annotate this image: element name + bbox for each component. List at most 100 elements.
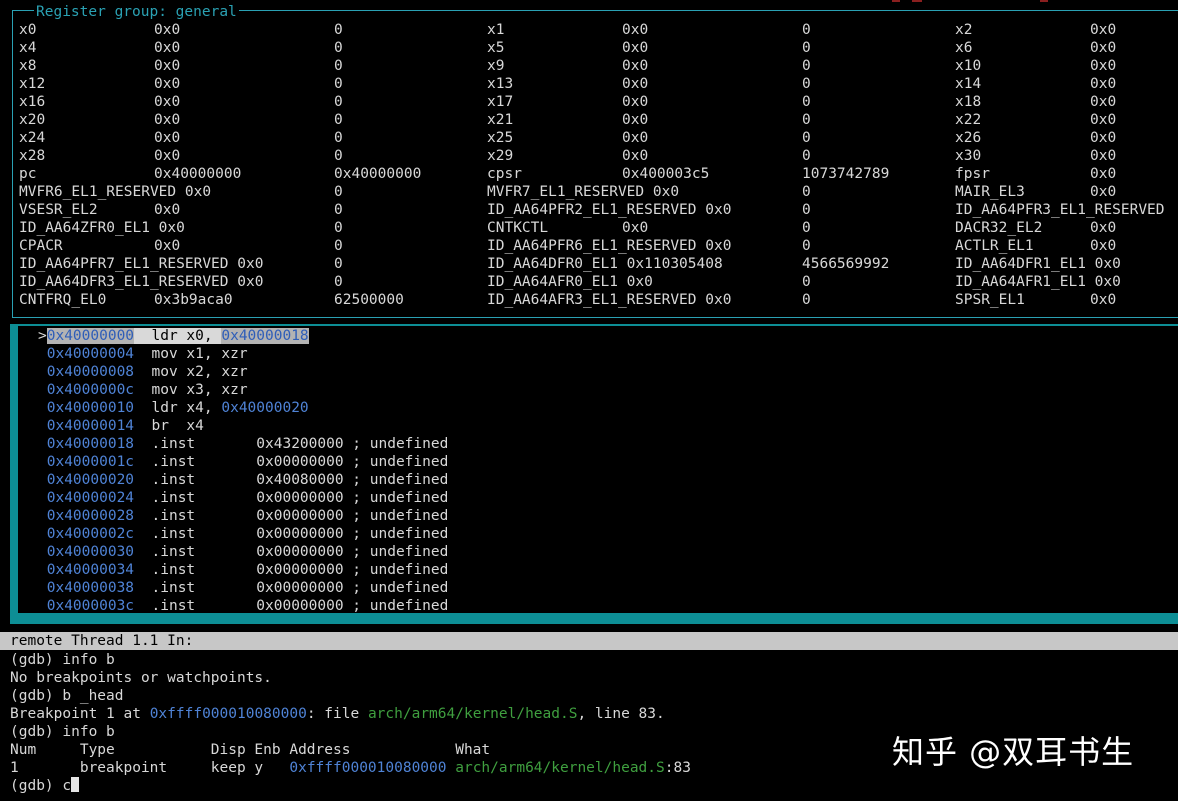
instruction-line[interactable]: 0x40000014 br x4 [38,417,204,435]
register-hex-value: 0x0 [1090,22,1117,38]
register-natural-value: 0 [802,22,811,38]
register-hex-value: 0x0 [622,22,649,38]
register-hex-value: 0x0 [1090,40,1117,56]
prompt-text: (gdb) c [10,778,72,794]
register-row: x16 0x0 0 x17 0x0 0 x18 0x0 [19,93,1178,111]
register-name: x16 [19,94,46,110]
instruction-line[interactable]: 0x40000010 ldr x4, 0x40000020 [38,399,309,417]
register-natural-value: 0 [334,238,343,254]
instruction-text: br x4 [151,418,204,434]
register-natural-value: 0 [802,40,811,56]
register-natural-value: 4566569992 [802,256,890,272]
register-natural-value: 0x40000000 [334,166,422,182]
instruction-line[interactable]: 0x40000024 .inst 0x00000000 ; undefined [38,489,449,507]
instruction-address: 0x40000018 [46,436,135,452]
register-name: x22 [955,112,982,128]
instruction-text: ldr x0, [151,328,222,344]
register-name: CNTKCTL [487,220,549,236]
instruction-address: 0x40000030 [46,544,135,560]
register-natural-value: 0 [802,184,811,200]
instruction-line[interactable]: 0x40000034 .inst 0x00000000 ; undefined [38,561,449,579]
gdb-prompt-input[interactable]: (gdb) c [10,777,80,795]
register-name: CPACR [19,238,63,254]
register-natural-value: 0 [802,202,811,218]
instruction-line[interactable]: 0x40000038 .inst 0x00000000 ; undefined [38,579,449,597]
register-natural-value: 0 [334,184,343,200]
current-line-marker [38,382,47,398]
breakpoint-address: 0xffff000010080000 [149,706,307,722]
console-text: :83 [664,760,691,776]
instruction-line[interactable]: 0x40000028 .inst 0x00000000 ; undefined [38,507,449,525]
register-name: x6 [955,40,973,56]
register-name: x0 [19,22,37,38]
register-name: ID_AA64DFR3_EL1_RESERVED 0x0 [19,274,264,290]
register-hex-value: 0x0 [154,58,181,74]
register-name: cpsr [487,166,522,182]
register-name: CNTFRQ_EL0 [19,292,107,308]
console-line: No breakpoints or watchpoints. [10,670,272,686]
register-name: ID_AA64PFR3_EL1_RESERVED [955,202,1165,218]
register-name: x26 [955,130,982,146]
register-hex-value: 0x0 [154,202,181,218]
register-name: DACR32_EL2 [955,220,1043,236]
register-row: x28 0x0 0 x29 0x0 0 x30 0x0 [19,147,1178,165]
register-natural-value: 0 [334,40,343,56]
instruction-line[interactable]: 0x4000003c .inst 0x00000000 ; undefined [38,597,449,615]
instruction-line[interactable]: 0x4000000c mov x3, xzr [38,381,248,399]
current-instruction-line[interactable]: >0x40000000 ldr x0, 0x40000018 [38,327,309,345]
register-hex-value: 0x0 [622,40,649,56]
register-hex-value: 0x0 [1090,238,1117,254]
register-natural-value: 0 [802,76,811,92]
instruction-address: 0x4000003c [46,598,135,614]
register-name: ID_AA64DFR0_EL1 0x110305408 [487,256,723,272]
register-hex-value: 0x0 [154,238,181,254]
console-line: (gdb) info b [10,724,115,740]
register-hex-value: 0x0 [154,76,181,92]
register-name: x4 [19,40,37,56]
register-hex-value: 0x0 [1090,292,1117,308]
register-hex-value: 0x0 [622,220,649,236]
edge-mark [912,0,922,2]
register-hex-value: 0x0 [1090,94,1117,110]
register-name: MAIR_EL3 [955,184,1025,200]
register-natural-value: 0 [334,22,343,38]
console-text: : file [306,706,368,722]
instruction-address: 0x4000002c [46,526,135,542]
register-hex-value: 0x0 [622,76,649,92]
register-row: x20 0x0 0 x21 0x0 0 x22 0x0 [19,111,1178,129]
instruction-address: 0x40000014 [46,418,135,434]
register-natural-value: 0 [334,148,343,164]
register-name: SPSR_EL1 [955,292,1025,308]
register-hex-value: 0x40000000 [154,166,242,182]
instruction-line[interactable]: 0x40000008 mov x2, xzr [38,363,248,381]
instruction-operand-address: 0x40000018 [221,328,309,344]
instruction-line[interactable]: 0x40000020 .inst 0x40080000 ; undefined [38,471,449,489]
instruction-line[interactable]: 0x4000002c .inst 0x00000000 ; undefined [38,525,449,543]
console-text: , line 83. [577,706,665,722]
register-natural-value: 0 [802,58,811,74]
register-row: pc 0x40000000 0x40000000 cpsr 0x400003c5 1073… [19,165,1178,183]
instruction-line[interactable]: 0x40000030 .inst 0x00000000 ; undefined [38,543,449,561]
register-name: fpsr [955,166,990,182]
instruction-line[interactable]: 0x4000001c .inst 0x00000000 ; undefined [38,453,449,471]
instruction-line[interactable]: 0x40000018 .inst 0x43200000 ; undefined [38,435,449,453]
register-hex-value: 0x0 [1090,148,1117,164]
instruction-line[interactable]: 0x40000004 mov x1, xzr [38,345,248,363]
console-text: 1 breakpoint keep y [10,760,290,776]
register-name: x24 [19,130,46,146]
current-line-marker [38,472,47,488]
register-row: x24 0x0 0 x25 0x0 0 x26 0x0 [19,129,1178,147]
register-natural-value: 0 [802,130,811,146]
register-hex-value: 0x0 [1090,184,1117,200]
register-row: CPACR 0x0 0 ID_AA64PFR6_EL1_RESERVED 0x0 0 AC… [19,237,1178,255]
register-hex-value: 0x0 [1090,112,1117,128]
console-line: (gdb) b _head [10,688,124,704]
instruction-address: 0x4000001c [46,454,135,470]
register-row: x12 0x0 0 x13 0x0 0 x14 0x0 [19,75,1178,93]
register-name: x30 [955,148,982,164]
register-natural-value: 0 [334,274,343,290]
instruction-address: 0x40000024 [46,490,135,506]
